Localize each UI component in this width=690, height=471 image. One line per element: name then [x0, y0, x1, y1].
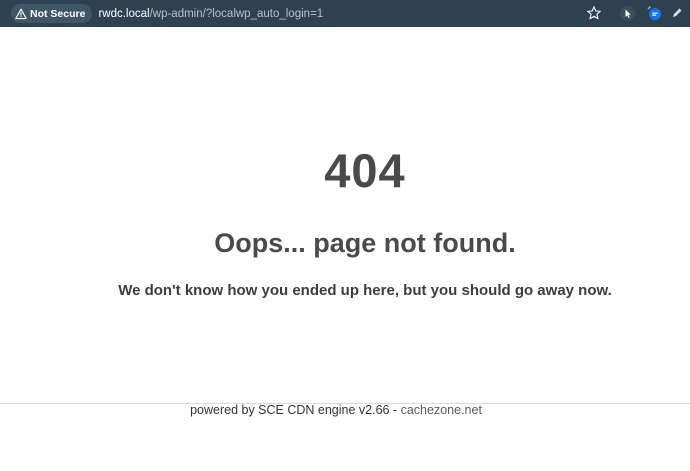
footer-powered-by: powered by SCE CDN engine v2.66 -: [190, 403, 401, 417]
error-headline: Oops... page not found.: [214, 228, 516, 258]
security-indicator[interactable]: Not Secure: [11, 4, 93, 23]
warning-triangle-icon: [15, 8, 27, 20]
address-bar[interactable]: rwdc.local/wp-admin/?localwp_auto_login=…: [98, 8, 323, 20]
bookmark-star-icon[interactable]: [586, 5, 602, 21]
extension-pen-icon[interactable]: [671, 7, 683, 19]
url-path: /wp-admin/?localwp_auto_login=1: [149, 7, 324, 20]
extension-chat-icon[interactable]: [646, 5, 662, 21]
error-code: 404: [324, 144, 406, 197]
footer: powered by SCE CDN engine v2.66 - cachez…: [0, 403, 672, 417]
footer-link[interactable]: cachezone.net: [401, 403, 482, 417]
extension-cursor-icon[interactable]: [620, 6, 635, 21]
browser-toolbar: Not Secure rwdc.local/wp-admin/?localwp_…: [0, 0, 690, 27]
page-content: [0, 27, 690, 403]
error-message: We don't know how you ended up here, but…: [118, 282, 612, 299]
security-label: Not Secure: [30, 7, 86, 20]
url-host: rwdc.local: [98, 7, 150, 20]
